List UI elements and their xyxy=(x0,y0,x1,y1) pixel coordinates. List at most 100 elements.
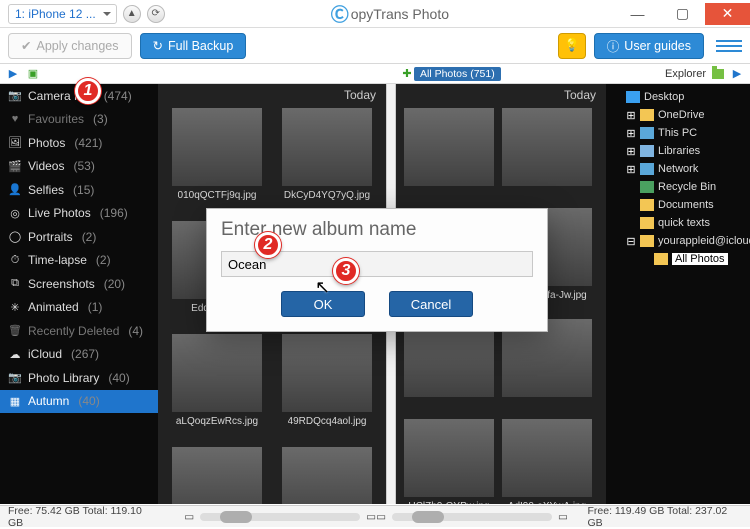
apply-changes-button[interactable]: ✔ Apply changes xyxy=(8,33,132,59)
zoom-slider-right[interactable] xyxy=(392,513,552,521)
thumbnail-image xyxy=(172,334,262,412)
sidebar-icon: ◯ xyxy=(8,230,22,243)
sidebar-item[interactable]: 📷Photo Library(40) xyxy=(0,366,158,390)
callout-1: 1 xyxy=(75,78,101,104)
sidebar-item[interactable]: 🗑Recently Deleted(4) xyxy=(0,319,158,343)
sidebar-icon: 🎬 xyxy=(8,160,22,173)
sidebar-item-label: Videos xyxy=(28,159,64,173)
zoom-in-icon[interactable]: ▭ xyxy=(558,511,568,523)
explorer-node[interactable]: ⊞ Network xyxy=(612,160,750,178)
photo-thumbnail[interactable]: AdI90-aXYwA.jpg xyxy=(506,419,588,504)
device-dropdown[interactable]: 1: iPhone 12 ... xyxy=(8,4,117,24)
add-icon[interactable]: ✚ xyxy=(400,67,414,81)
refresh-button[interactable]: ⟳ xyxy=(147,5,165,23)
app-title: Ⓒ opyTrans Photo xyxy=(331,1,449,27)
eject-button[interactable]: ▲ xyxy=(123,5,141,23)
explorer-node[interactable]: ⊞ OneDrive xyxy=(612,106,750,124)
explorer-label: OneDrive xyxy=(658,109,704,121)
photo-thumbnail[interactable] xyxy=(282,447,372,504)
tree-toggle-icon[interactable]: ⊟ xyxy=(626,235,636,248)
sidebar-icon: ☁ xyxy=(8,348,22,361)
tree-toggle-icon[interactable]: ⊞ xyxy=(626,145,636,158)
ok-button[interactable]: OK xyxy=(281,291,365,317)
photo-thumbnail[interactable]: aLQoqzEwRcs.jpg xyxy=(172,334,262,427)
sidebar-item[interactable]: ⧉Screenshots(20) xyxy=(0,272,158,296)
photo-thumbnail[interactable] xyxy=(408,108,490,190)
thumbnail-filename: AdI90-aXYwA.jpg xyxy=(508,501,586,504)
photo-thumbnail[interactable]: DkCyD4YQ7yQ.jpg xyxy=(282,108,372,201)
sidebar-item[interactable]: 🖼Photos(421) xyxy=(0,131,158,155)
photo-thumbnail[interactable] xyxy=(506,108,588,190)
sidebar-item[interactable]: ◯Portraits(2) xyxy=(0,225,158,249)
tree-toggle-icon[interactable]: ⊞ xyxy=(626,127,636,140)
zoom-slider-left[interactable] xyxy=(200,513,360,521)
explorer-node[interactable]: quick texts xyxy=(612,214,750,232)
photo-thumbnail[interactable] xyxy=(172,447,262,504)
cancel-button[interactable]: Cancel xyxy=(389,291,473,317)
sidebar-item-count: (40) xyxy=(108,371,129,385)
zoom-in-icon[interactable]: ▭ xyxy=(366,511,376,523)
zoom-out-icon[interactable]: ▭ xyxy=(184,511,194,523)
close-button[interactable]: ✕ xyxy=(705,3,750,25)
pane-date-label: Today xyxy=(344,88,376,102)
explorer-node[interactable]: All Photos xyxy=(612,250,750,268)
tree-toggle-icon[interactable]: ⊞ xyxy=(626,163,636,176)
app-title-text: opyTrans Photo xyxy=(351,6,449,22)
node-icon xyxy=(640,127,654,139)
explorer-node[interactable]: Documents xyxy=(612,196,750,214)
sidebar-item[interactable]: ☁iCloud(267) xyxy=(0,343,158,367)
thumbnail-image xyxy=(502,419,592,497)
window-controls: — ▢ ✕ xyxy=(615,3,750,25)
node-icon xyxy=(640,145,654,157)
node-icon xyxy=(640,181,654,193)
maximize-button[interactable]: ▢ xyxy=(660,3,705,25)
bulb-icon: 💡 xyxy=(564,38,580,53)
node-icon xyxy=(626,91,640,103)
explorer-label: Recycle Bin xyxy=(658,181,716,193)
slideshow-right-icon[interactable]: ▶ xyxy=(730,67,744,81)
zoom-out-icon[interactable]: ▭ xyxy=(376,511,386,523)
tree-toggle-icon[interactable]: ⊞ xyxy=(626,109,636,122)
explorer-node[interactable]: ⊞Libraries xyxy=(612,142,750,160)
photo-thumbnail[interactable]: 49RDQcq4aol.jpg xyxy=(282,334,372,427)
explorer-label: This PC xyxy=(658,127,697,139)
sidebar-icon: 🖼 xyxy=(8,136,22,149)
sidebar-item[interactable]: ▦Autumn(40) xyxy=(0,390,158,414)
explorer-node[interactable]: ⊟yourappleid@icloud.com's xyxy=(612,232,750,250)
minimize-button[interactable]: — xyxy=(615,3,660,25)
all-photos-pill[interactable]: All Photos (751) xyxy=(414,67,501,81)
explorer-node[interactable]: ⊞ This PC xyxy=(612,124,750,142)
explorer-label: Documents xyxy=(658,199,714,211)
sidebar-item-label: iCloud xyxy=(28,347,62,361)
sidebar-item-count: (421) xyxy=(74,136,102,150)
sidebar-item-label: Live Photos xyxy=(28,206,91,220)
explorer-node[interactable]: Desktop xyxy=(612,88,750,106)
sidebar-icon: 🗑 xyxy=(8,324,22,337)
sidebar-item[interactable]: ♥Favourites(3) xyxy=(0,108,158,132)
explorer-label: Network xyxy=(658,163,698,175)
status-bar: Free: 75.42 GB Total: 119.10 GB ▭ ▭ ▭ ▭ … xyxy=(0,505,750,527)
slideshow-icon[interactable]: ▶ xyxy=(6,67,20,81)
menu-button[interactable] xyxy=(716,33,742,59)
sidebar-item[interactable]: ✳Animated(1) xyxy=(0,296,158,320)
sidebar-icon: ✳ xyxy=(8,301,22,314)
sidebar-item-count: (20) xyxy=(104,277,125,291)
sidebar-item[interactable]: ◎Live Photos(196) xyxy=(0,202,158,226)
full-backup-button[interactable]: ↻ Full Backup xyxy=(140,33,247,59)
new-album-icon[interactable]: ▣ xyxy=(26,67,40,81)
sidebar-item[interactable]: 🎬Videos(53) xyxy=(0,155,158,179)
new-album-dialog: Enter new album name OK Cancel xyxy=(206,208,548,332)
tips-button[interactable]: 💡 xyxy=(558,33,586,59)
sidebar-item[interactable]: ⏱Time-lapse(2) xyxy=(0,249,158,273)
explorer-label: Desktop xyxy=(644,91,684,103)
info-icon: ⓘ xyxy=(607,36,620,55)
sidebar-icon: 👤 xyxy=(8,183,22,196)
apply-changes-label: Apply changes xyxy=(36,39,118,53)
folder-icon[interactable] xyxy=(712,69,724,79)
photo-thumbnail[interactable]: 010qQCTFj9q.jpg xyxy=(172,108,262,201)
photo-thumbnail[interactable]: UClZh0-OYPw.jpg xyxy=(408,419,490,504)
sidebar-item[interactable]: 👤Selfies(15) xyxy=(0,178,158,202)
sidebar-item-label: Selfies xyxy=(28,183,64,197)
user-guides-button[interactable]: ⓘ User guides xyxy=(594,33,704,59)
explorer-node[interactable]: Recycle Bin xyxy=(612,178,750,196)
